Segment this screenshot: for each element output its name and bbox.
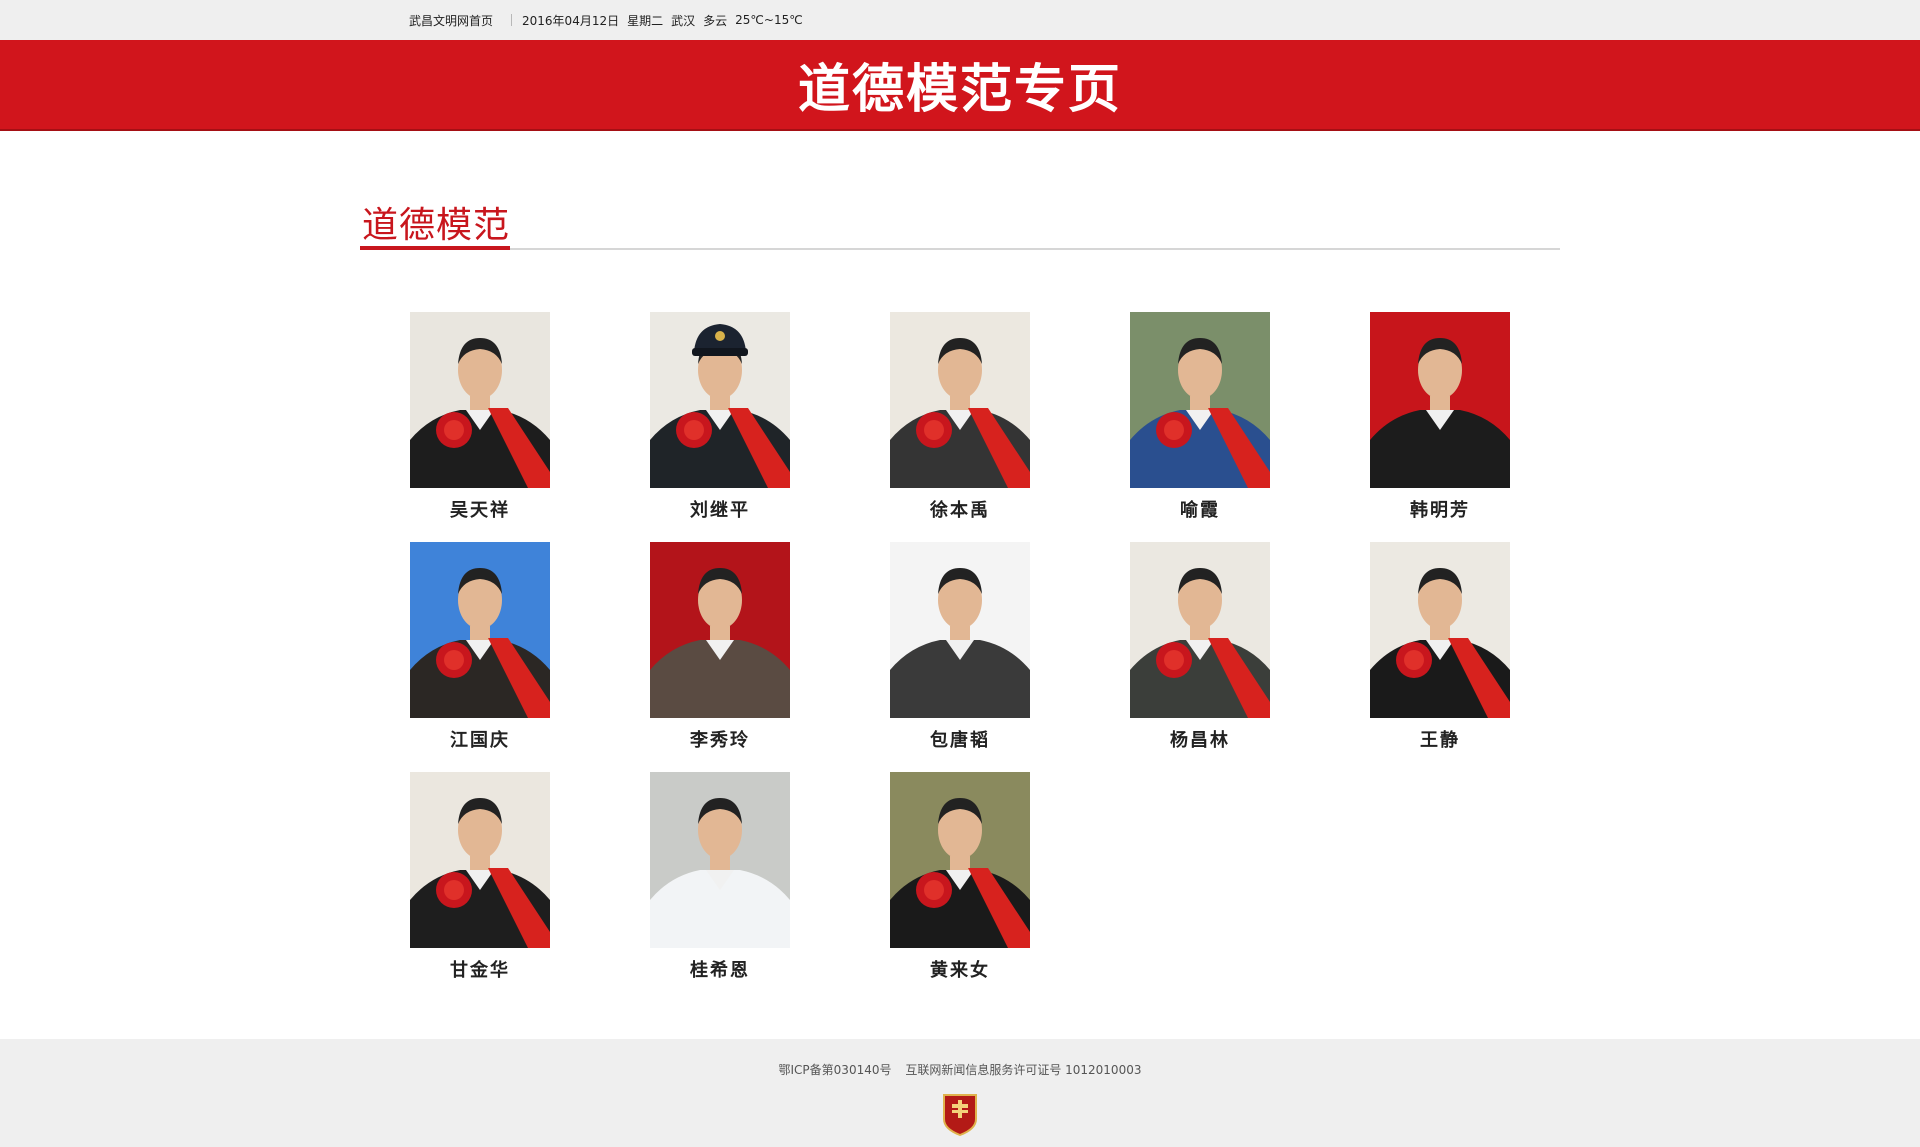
section-divider	[510, 248, 1560, 250]
model-name[interactable]: 吴天祥	[450, 496, 510, 522]
model-card[interactable]: 刘继平	[600, 312, 840, 542]
banner-title: 道德模范专页	[797, 60, 1122, 120]
model-photo[interactable]	[410, 772, 550, 948]
footer: 鄂ICP备第030140号 互联网新闻信息服务许可证号 1012010003	[0, 1039, 1920, 1147]
model-photo[interactable]	[890, 772, 1030, 948]
model-card[interactable]: 李秀玲	[600, 542, 840, 772]
icp-number: 鄂ICP备第030140号	[778, 1063, 892, 1077]
model-name[interactable]: 杨昌林	[1170, 726, 1230, 752]
section-title-underline	[360, 246, 510, 250]
model-name[interactable]: 王静	[1420, 726, 1460, 752]
city-text: 武汉	[671, 13, 696, 28]
model-card[interactable]: 喻霞	[1080, 312, 1320, 542]
model-card[interactable]: 桂希恩	[600, 772, 840, 1002]
footer-text: 鄂ICP备第030140号 互联网新闻信息服务许可证号 1012010003	[0, 1061, 1920, 1078]
model-name[interactable]: 徐本禹	[930, 496, 990, 522]
model-name[interactable]: 江国庆	[450, 726, 510, 752]
page-banner: 道德模范专页	[0, 40, 1920, 131]
model-card[interactable]: 韩明芳	[1320, 312, 1560, 542]
model-photo[interactable]	[1130, 312, 1270, 488]
model-name[interactable]: 韩明芳	[1410, 496, 1470, 522]
model-photo[interactable]	[1370, 312, 1510, 488]
model-grid: 吴天祥 刘继平 徐本禹 喻霞 韩明芳江国庆 李秀玲 包唐韬 杨昌林 王静甘金华 桂希恩 黄来女	[360, 312, 1560, 1002]
news-license: 互联网新闻信息服务许可证号 1012010003	[905, 1063, 1142, 1077]
model-card[interactable]: 徐本禹	[840, 312, 1080, 542]
temperature-text: 25℃~15℃	[735, 13, 803, 27]
model-card[interactable]: 吴天祥	[360, 312, 600, 542]
date-text: 2016年04月12日	[522, 13, 620, 28]
top-bar: 武昌文明网首页 2016年04月12日 星期二 武汉 多云 25℃~15℃	[0, 0, 1920, 40]
model-photo[interactable]	[890, 542, 1030, 718]
divider	[511, 14, 513, 26]
model-card[interactable]: 甘金华	[360, 772, 600, 1002]
model-name[interactable]: 甘金华	[450, 956, 510, 982]
model-name[interactable]: 刘继平	[690, 496, 750, 522]
section-title: 道德模范	[362, 205, 511, 246]
top-bar-content: 武昌文明网首页 2016年04月12日 星期二 武汉 多云 25℃~15℃	[409, 0, 811, 40]
model-card[interactable]: 杨昌林	[1080, 542, 1320, 772]
model-photo[interactable]	[410, 312, 550, 488]
section-header: 道德模范	[360, 196, 1560, 252]
model-card[interactable]: 包唐韬	[840, 542, 1080, 772]
weekday-text: 星期二	[627, 13, 664, 28]
model-card[interactable]: 江国庆	[360, 542, 600, 772]
model-name[interactable]: 桂希恩	[690, 956, 750, 982]
model-name[interactable]: 包唐韬	[930, 726, 990, 752]
model-photo[interactable]	[1370, 542, 1510, 718]
model-photo[interactable]	[890, 312, 1030, 488]
model-photo[interactable]	[650, 542, 790, 718]
model-photo[interactable]	[410, 542, 550, 718]
model-name[interactable]: 黄来女	[930, 956, 990, 982]
home-link[interactable]: 武昌文明网首页	[409, 12, 493, 29]
model-card[interactable]: 王静	[1320, 542, 1560, 772]
model-card[interactable]: 黄来女	[840, 772, 1080, 1002]
model-name[interactable]: 喻霞	[1180, 496, 1220, 522]
weather-text: 多云	[703, 13, 728, 28]
model-photo[interactable]	[1130, 542, 1270, 718]
model-name[interactable]: 李秀玲	[690, 726, 750, 752]
government-badge-icon[interactable]	[941, 1091, 979, 1137]
model-photo[interactable]	[650, 312, 790, 488]
model-photo[interactable]	[650, 772, 790, 948]
